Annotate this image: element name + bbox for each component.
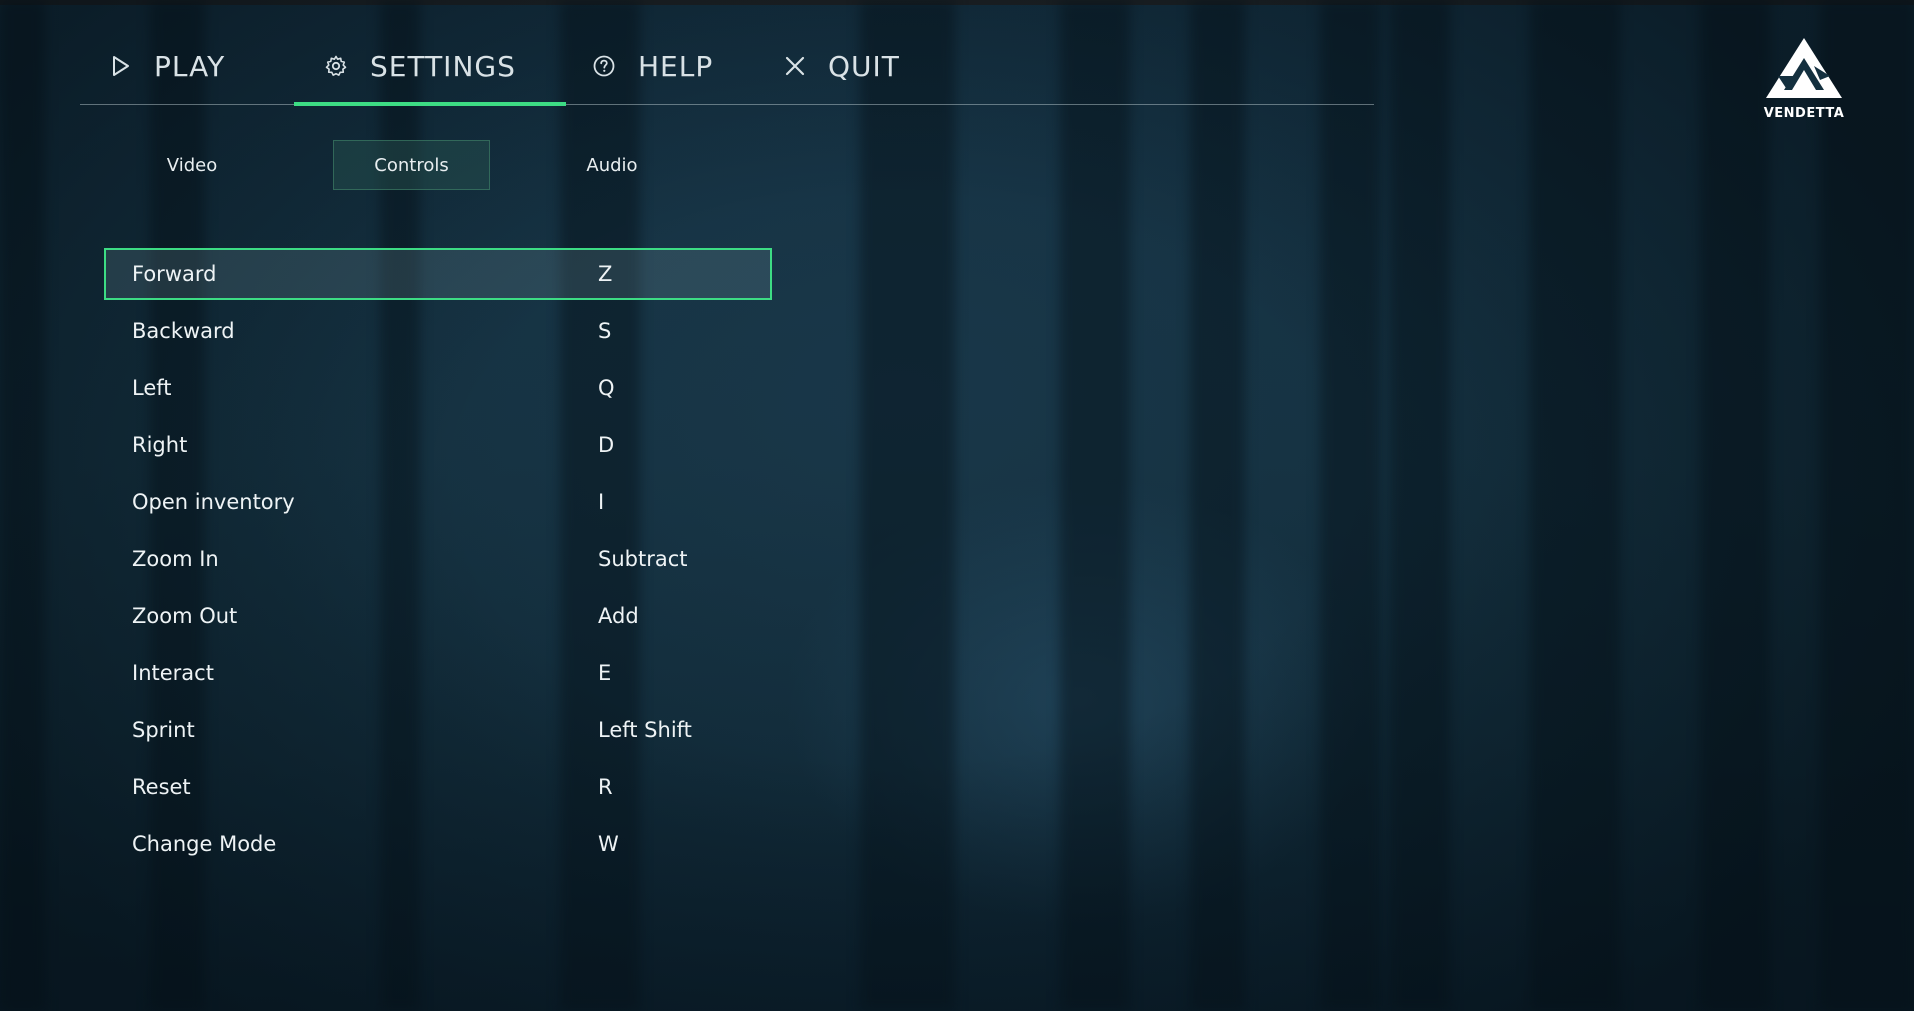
control-row-open-inventory[interactable]: Open inventory I [104,476,772,533]
subtab-controls-label: Controls [374,154,449,176]
control-row-zoom-in[interactable]: Zoom In Subtract [104,533,772,590]
control-row-reset[interactable]: Reset R [104,761,772,818]
key-binding[interactable]: Subtract [598,533,688,585]
gear-icon [325,55,347,76]
key-binding[interactable]: D [598,419,614,471]
action-label: Left [132,376,172,400]
action-label: Reset [132,775,191,799]
vendetta-logo: VENDETTA [1762,36,1846,121]
play-icon [113,56,129,76]
key-binding[interactable]: Z [598,248,612,300]
subtab-video-label: Video [166,154,218,176]
action-label: Open inventory [132,490,295,514]
action-label: Right [132,433,188,457]
control-row-change-mode[interactable]: Change Mode W [104,818,772,875]
action-label: Sprint [132,718,195,742]
control-row-backward[interactable]: Backward S [104,305,772,362]
key-binding[interactable]: S [598,305,611,357]
subtab-audio[interactable]: Audio [560,140,664,190]
nav-settings[interactable]: SETTINGS [294,28,566,106]
controls-list: Forward Z Backward S Left Q Right D Open… [104,248,772,875]
key-binding[interactable]: E [598,647,611,699]
control-row-interact[interactable]: Interact E [104,647,772,704]
nav-quit-label: QUIT [828,49,900,83]
key-binding[interactable]: Q [598,362,615,414]
control-row-sprint[interactable]: Sprint Left Shift [104,704,772,761]
control-row-forward[interactable]: Forward Z [104,248,772,300]
key-binding[interactable]: R [598,761,613,813]
nav-help-label: HELP [638,49,714,83]
key-binding[interactable]: I [598,476,604,528]
nav-help[interactable]: HELP [592,28,713,104]
nav-play-label: PLAY [154,49,226,83]
key-binding[interactable]: W [598,818,619,870]
action-label: Zoom In [132,547,219,571]
action-label: Change Mode [132,832,277,856]
subtab-audio-label: Audio [586,154,638,176]
control-row-left[interactable]: Left Q [104,362,772,419]
logo-text: VENDETTA [1763,106,1845,121]
nav-quit[interactable]: QUIT [784,28,900,104]
key-binding[interactable]: Add [598,590,639,642]
subtab-controls[interactable]: Controls [333,140,490,190]
action-label: Zoom Out [132,604,238,628]
help-icon [593,55,615,77]
nav-play[interactable]: PLAY [110,28,225,104]
control-row-zoom-out[interactable]: Zoom Out Add [104,590,772,647]
logo-icon [1766,38,1842,98]
control-row-right[interactable]: Right D [104,419,772,476]
key-binding[interactable]: Left Shift [598,704,692,756]
close-icon [785,56,805,76]
subtab-video[interactable]: Video [140,140,244,190]
action-label: Forward [132,262,217,286]
main-nav: PLAY SETTINGS HELP QUIT [80,28,1374,106]
nav-settings-label: SETTINGS [370,49,516,83]
action-label: Interact [132,661,214,685]
action-label: Backward [132,319,235,343]
